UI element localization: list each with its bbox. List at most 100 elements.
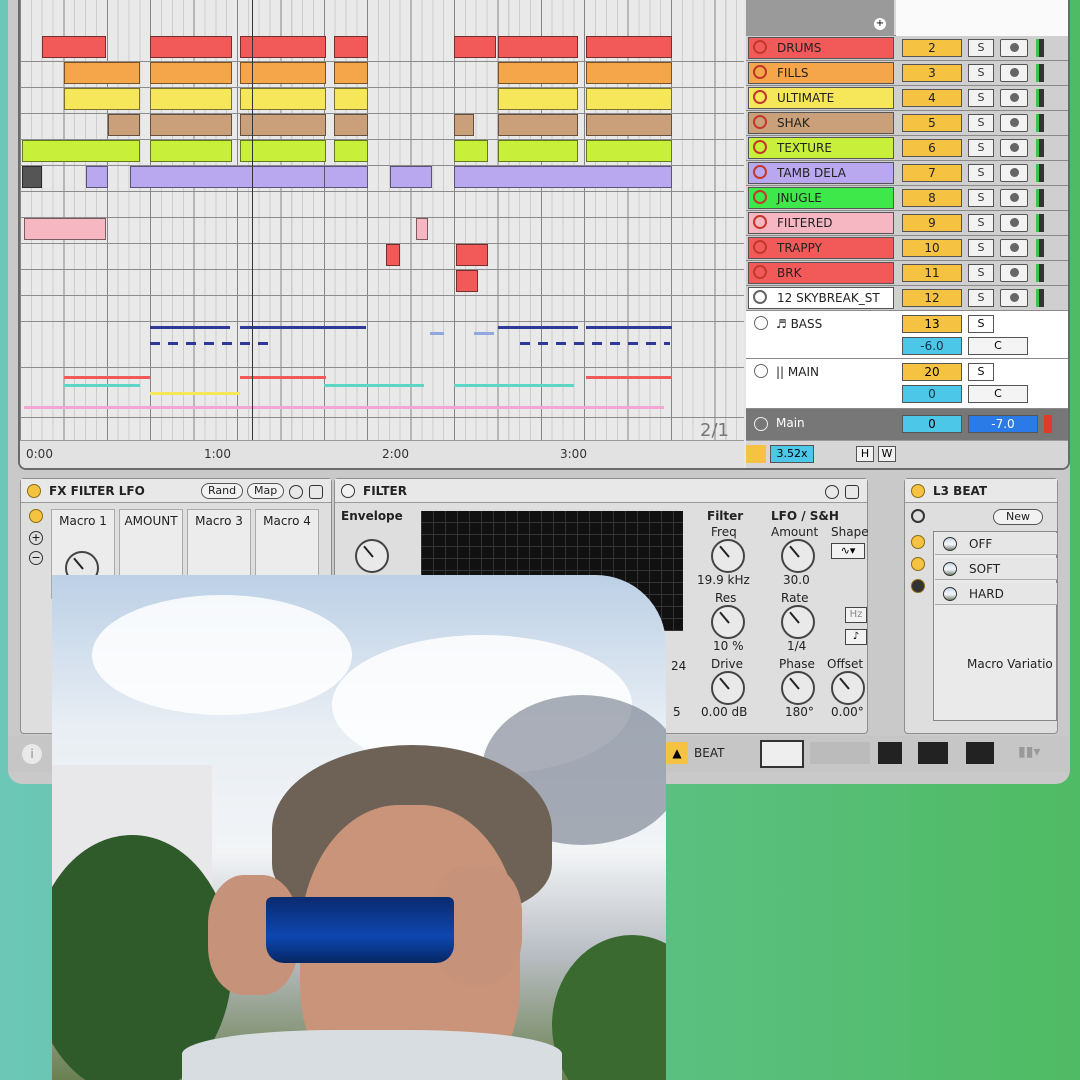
track-number[interactable]: 7: [902, 164, 962, 182]
play-icon[interactable]: [754, 417, 768, 431]
info-icon[interactable]: i: [22, 744, 42, 764]
solo-button[interactable]: S: [968, 164, 994, 182]
clip[interactable]: [150, 62, 232, 84]
clip[interactable]: [108, 114, 140, 136]
track-name[interactable]: DRUMS: [748, 37, 894, 59]
clip[interactable]: [386, 244, 400, 266]
preset-off[interactable]: OFF: [935, 533, 1057, 555]
device-thumb[interactable]: [918, 742, 948, 764]
rand-button[interactable]: Rand: [201, 483, 244, 499]
clip[interactable]: [586, 62, 672, 84]
track-number[interactable]: 4: [902, 89, 962, 107]
chain-icon[interactable]: [29, 509, 43, 523]
clip[interactable]: [454, 114, 474, 136]
track-name[interactable]: FILLS: [748, 62, 894, 84]
track-number[interactable]: 5: [902, 114, 962, 132]
track-number[interactable]: 6: [902, 139, 962, 157]
clip[interactable]: [150, 140, 232, 162]
clip[interactable]: [454, 166, 672, 188]
solo-button[interactable]: S: [968, 264, 994, 282]
note-sync-icon[interactable]: ♪: [845, 629, 867, 645]
clip[interactable]: [334, 88, 368, 110]
device-thumb[interactable]: [810, 742, 870, 764]
chain-icon[interactable]: [911, 535, 925, 549]
track-name[interactable]: TEXTURE: [748, 137, 894, 159]
amount-knob[interactable]: [781, 539, 815, 573]
device-power-icon[interactable]: [27, 484, 41, 498]
clip[interactable]: [324, 166, 368, 188]
solo-button[interactable]: S: [968, 114, 994, 132]
h-button[interactable]: H: [856, 446, 874, 462]
clip-launch-icon[interactable]: [753, 65, 767, 79]
record-arm-icon[interactable]: [1000, 189, 1028, 207]
camera-icon[interactable]: [943, 587, 957, 601]
track-number[interactable]: 2: [902, 39, 962, 57]
clip[interactable]: [334, 62, 368, 84]
drive-knob[interactable]: [711, 671, 745, 705]
clip[interactable]: [390, 166, 432, 188]
minus-icon[interactable]: −: [29, 551, 43, 565]
clip[interactable]: [64, 88, 140, 110]
main-volume[interactable]: 0: [902, 415, 962, 433]
clip[interactable]: [334, 114, 368, 136]
volume-field[interactable]: 0: [902, 385, 962, 403]
zoom-field[interactable]: 3.52x: [770, 445, 814, 463]
track-skybreak[interactable]: 12 SKYBREAK_ST 12 S: [746, 286, 1068, 311]
variation-icon[interactable]: [911, 509, 925, 523]
clip[interactable]: [130, 166, 330, 188]
record-arm-icon[interactable]: [1000, 114, 1028, 132]
phase-knob[interactable]: [781, 671, 815, 705]
track-number[interactable]: 8: [902, 189, 962, 207]
time-ruler[interactable]: 0:00 1:00 2:00 3:00: [20, 440, 744, 468]
clip-launch-icon[interactable]: [753, 190, 767, 204]
meter-icon[interactable]: ▮▮▾: [1018, 744, 1040, 760]
track-number[interactable]: 12: [902, 289, 962, 307]
clip-launch-icon[interactable]: [753, 265, 767, 279]
record-arm-icon[interactable]: [1000, 264, 1028, 282]
clip[interactable]: [22, 166, 42, 188]
offset-knob[interactable]: [831, 671, 865, 705]
res-knob[interactable]: [711, 605, 745, 639]
new-button[interactable]: New: [993, 509, 1043, 525]
warning-icon[interactable]: ▲: [666, 742, 688, 764]
clip[interactable]: [86, 166, 108, 188]
clip[interactable]: [586, 140, 672, 162]
device-thumb[interactable]: [760, 740, 804, 768]
main-pan[interactable]: -7.0: [968, 415, 1038, 433]
track-shak[interactable]: SHAK 5 S: [746, 111, 1068, 136]
solo-button[interactable]: S: [968, 64, 994, 82]
clip[interactable]: [498, 62, 578, 84]
hot-swap-icon[interactable]: [289, 485, 303, 499]
track-name[interactable]: FILTERED: [748, 212, 894, 234]
clip[interactable]: [498, 114, 578, 136]
bus-bass[interactable]: ♬ BASS 13 S -6.0 C: [746, 311, 1068, 359]
bus-name[interactable]: ♬ BASS: [776, 317, 822, 331]
record-arm-icon[interactable]: [1000, 139, 1028, 157]
preset-soft[interactable]: SOFT: [935, 558, 1057, 580]
main-track[interactable]: Main 0 -7.0: [746, 409, 1068, 440]
clip[interactable]: [586, 114, 672, 136]
clip[interactable]: [64, 62, 140, 84]
clip-launch-icon[interactable]: [753, 140, 767, 154]
clip-launch-icon[interactable]: [753, 240, 767, 254]
clip-launch-icon[interactable]: [753, 90, 767, 104]
clip[interactable]: [454, 36, 496, 58]
bus-name[interactable]: || MAIN: [776, 365, 819, 379]
envelope-knob[interactable]: [355, 539, 389, 573]
chain-icon[interactable]: [911, 557, 925, 571]
bus-main[interactable]: || MAIN 20 S 0 C: [746, 359, 1068, 409]
device-thumb[interactable]: [878, 742, 902, 764]
record-arm-icon[interactable]: [1000, 289, 1028, 307]
shape-select[interactable]: ∿▾: [831, 543, 865, 559]
clip[interactable]: [334, 36, 368, 58]
camera-icon[interactable]: [943, 562, 957, 576]
clip[interactable]: [498, 88, 578, 110]
clip[interactable]: [586, 88, 672, 110]
clip[interactable]: [456, 270, 478, 292]
volume-field[interactable]: -6.0: [902, 337, 962, 355]
clip[interactable]: [42, 36, 106, 58]
record-arm-icon[interactable]: [1000, 214, 1028, 232]
clip[interactable]: [498, 36, 578, 58]
record-arm-icon[interactable]: [1000, 39, 1028, 57]
beat-tab[interactable]: BEAT: [694, 746, 724, 760]
